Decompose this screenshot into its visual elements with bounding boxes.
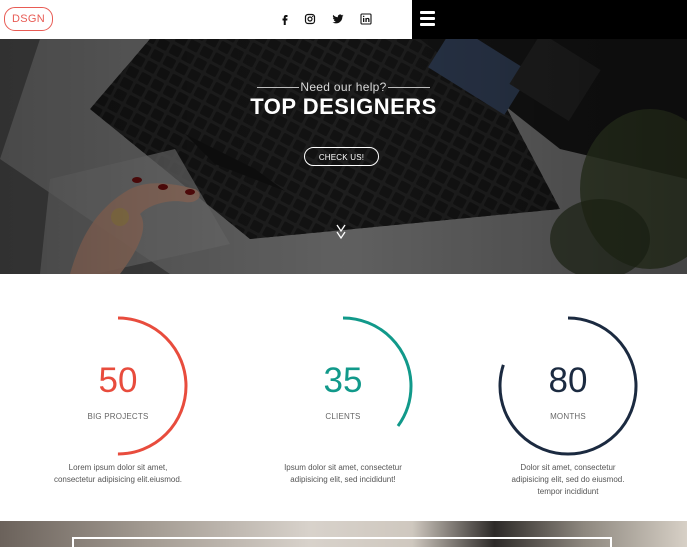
menu-panel [412, 0, 687, 39]
facebook-icon[interactable] [279, 11, 291, 27]
hero-title: TOP DESIGNERS [250, 94, 437, 119]
twitter-icon[interactable] [332, 11, 344, 27]
stat-clients: 35 CLIENTS Ipsum dolor sit amet, consect… [243, 315, 443, 505]
bottom-frame-box [72, 537, 612, 547]
hero-section: Need our help? TOP DESIGNERS CHECK US! [0, 39, 687, 274]
instagram-icon[interactable] [304, 11, 316, 27]
stat-description: Ipsum dolor sit amet, consectetur adipis… [284, 463, 402, 484]
linkedin-icon[interactable] [360, 11, 372, 27]
stat-value: 50 [98, 361, 138, 400]
hero-subtitle: Need our help? [300, 80, 387, 94]
stat-value: 80 [548, 361, 588, 400]
hamburger-menu-icon[interactable] [420, 11, 435, 26]
stat-label: CLIENTS [325, 412, 361, 421]
site-header: DSGN [0, 0, 687, 39]
bottom-image-section [0, 521, 687, 547]
stat-label: BIG PROJECTS [87, 412, 149, 421]
stat-months: 80 MONTHS Dolor sit amet, consectetur ad… [468, 315, 668, 505]
logo[interactable]: DSGN [4, 7, 53, 31]
double-chevron-down-icon[interactable] [335, 223, 347, 241]
stat-description: Dolor sit amet, consectetur adipisicing … [511, 463, 625, 496]
stat-description: Lorem ipsum dolor sit amet, consectetur … [53, 463, 183, 484]
stat-big-projects: 50 BIG PROJECTS Lorem ipsum dolor sit am… [18, 315, 218, 505]
stat-value: 35 [323, 361, 363, 400]
check-us-button[interactable]: CHECK US! [304, 147, 379, 166]
stat-label: MONTHS [550, 412, 586, 421]
